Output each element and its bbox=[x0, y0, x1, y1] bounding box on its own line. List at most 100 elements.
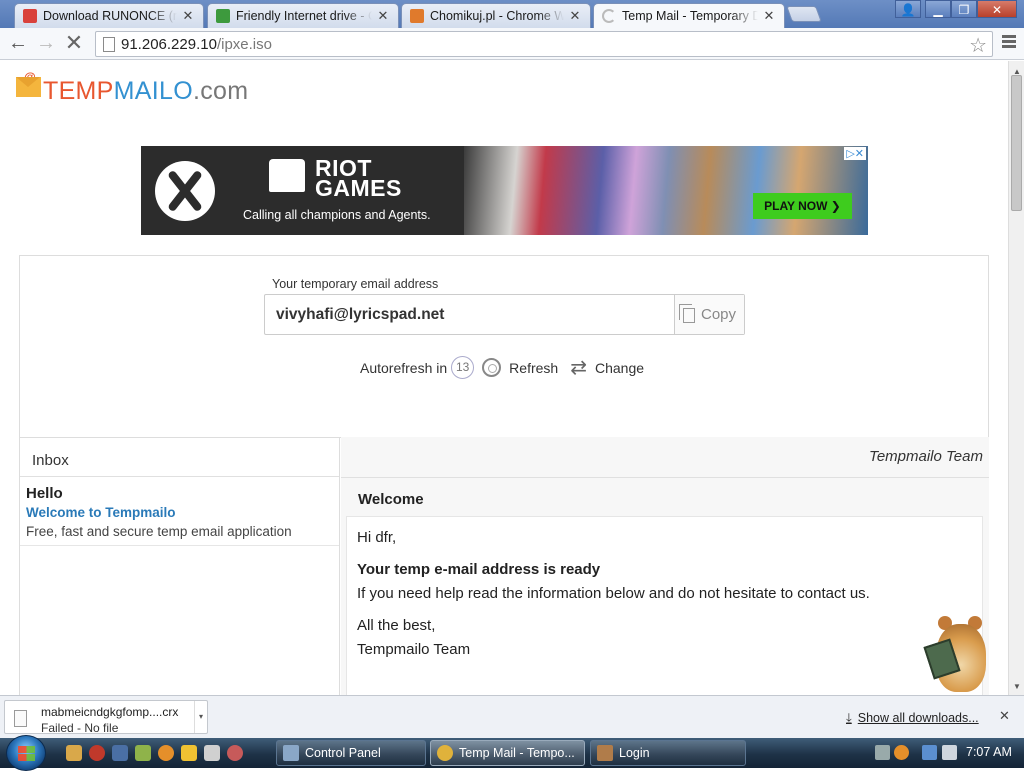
envelope-icon: @ bbox=[16, 70, 41, 97]
download-menu-icon[interactable]: ▾ bbox=[194, 701, 207, 733]
tab-title: Friendly Internet drive - Ch bbox=[236, 9, 372, 23]
message-subject: Welcome bbox=[358, 491, 424, 508]
quicklaunch-icon[interactable] bbox=[89, 745, 105, 761]
volume-icon[interactable] bbox=[942, 745, 957, 760]
tab-download-runonce[interactable]: Download RUNONCE (rem ✕ bbox=[14, 3, 204, 28]
url-text[interactable]: 91.206.229.10/ipxe.iso bbox=[121, 36, 272, 53]
new-tab-button[interactable] bbox=[786, 6, 822, 22]
message-headline: Your temp e-mail address is ready bbox=[357, 561, 601, 578]
tab-title: Temp Mail - Temporary D bbox=[622, 9, 758, 23]
ad-brand: RIOT GAMES bbox=[315, 155, 402, 201]
page-scrollbar[interactable]: ▲ ▼ bbox=[1008, 61, 1024, 695]
user-icon[interactable]: 👤 bbox=[895, 0, 921, 18]
tab-title: Chomikuj.pl - Chrome We bbox=[430, 9, 564, 23]
close-shelf-icon[interactable]: ✕ bbox=[999, 708, 1010, 724]
network-icon[interactable] bbox=[922, 745, 937, 760]
change-arrows-icon[interactable]: ⇄ bbox=[570, 358, 587, 378]
close-icon[interactable]: ✕ bbox=[762, 8, 776, 24]
inbox-panel: Inbox Hello Welcome to Tempmailo Free, f… bbox=[20, 437, 340, 695]
advertisement-banner[interactable]: RIOT GAMES Calling all champions and Age… bbox=[141, 146, 868, 235]
mail-subject[interactable]: Welcome to Tempmailo bbox=[26, 505, 176, 520]
taskbar-label: Login bbox=[619, 746, 650, 760]
web-page: @ TEMPMAILO.com RIOT GAMES Calling all c… bbox=[0, 61, 1008, 695]
tab-friendly-internet-drive[interactable]: Friendly Internet drive - Ch ✕ bbox=[207, 3, 399, 28]
back-arrow-icon[interactable]: ← bbox=[6, 32, 30, 56]
scrollbar-thumb[interactable] bbox=[1011, 75, 1022, 211]
loading-spinner-icon bbox=[602, 9, 616, 23]
copy-icon bbox=[678, 304, 695, 323]
download-item[interactable]: mabmeicndgkgfomp....crx Failed - No file… bbox=[4, 700, 208, 735]
menu-icon[interactable] bbox=[1002, 35, 1016, 50]
message-body: Hi dfr, Your temp e-mail address is read… bbox=[346, 516, 983, 695]
forward-arrow-icon[interactable]: → bbox=[34, 32, 58, 56]
tray-icon[interactable] bbox=[894, 745, 909, 760]
quicklaunch-icon[interactable] bbox=[112, 745, 128, 761]
autorefresh-counter: 13 bbox=[451, 356, 475, 379]
email-address-field[interactable]: vivyhafi@lyricspad.net Copy bbox=[264, 294, 745, 335]
autorefresh-label: Autorefresh in bbox=[360, 359, 448, 376]
quicklaunch-icon[interactable] bbox=[135, 745, 151, 761]
download-filename: mabmeicndgkgfomp....crx bbox=[41, 705, 179, 719]
bookmark-star-icon[interactable]: ☆ bbox=[969, 33, 987, 58]
taskbar-login[interactable]: Login bbox=[590, 740, 746, 766]
message-text: If you need help read the information be… bbox=[357, 585, 870, 602]
address-label: Your temporary email address bbox=[272, 277, 439, 291]
message-sender: Tempmailo Team bbox=[869, 448, 983, 465]
restore-button[interactable]: ❐ bbox=[951, 0, 977, 18]
show-all-label: Show all downloads... bbox=[857, 711, 979, 725]
close-icon[interactable]: ✕ bbox=[376, 8, 390, 24]
riot-fist-icon bbox=[269, 159, 305, 192]
divider bbox=[341, 477, 989, 478]
download-shelf: mabmeicndgkgfomp....crx Failed - No file… bbox=[0, 695, 1024, 738]
stop-loading-icon[interactable]: ✕ bbox=[62, 32, 86, 56]
favicon-icon bbox=[410, 9, 424, 23]
start-button[interactable] bbox=[6, 735, 46, 771]
message-signature: Tempmailo Team bbox=[357, 641, 471, 658]
change-button[interactable]: Change bbox=[595, 360, 644, 376]
close-icon[interactable]: ✕ bbox=[181, 8, 195, 24]
tab-chomikuj[interactable]: Chomikuj.pl - Chrome We ✕ bbox=[401, 3, 591, 28]
quicklaunch-icon[interactable] bbox=[181, 745, 197, 761]
tray-icon[interactable] bbox=[875, 745, 890, 760]
taskbar-label: Control Panel bbox=[305, 746, 381, 760]
message-greeting: Hi dfr, bbox=[357, 529, 397, 546]
inbox-header: Inbox bbox=[20, 437, 339, 477]
close-icon[interactable]: ✕ bbox=[568, 8, 582, 24]
mail-card: Your temporary email address vivyhafi@ly… bbox=[19, 255, 989, 695]
page-icon bbox=[103, 37, 115, 52]
mail-from: Hello bbox=[26, 485, 63, 502]
hamster-mascot-icon[interactable] bbox=[923, 612, 990, 694]
show-all-downloads-link[interactable]: ⤓ Show all downloads... bbox=[846, 710, 979, 726]
ad-tagline: Calling all champions and Agents. bbox=[243, 208, 431, 222]
chrome-icon bbox=[437, 745, 453, 761]
minimize-button[interactable]: ▁ bbox=[925, 0, 951, 18]
clock[interactable]: 7:07 AM bbox=[966, 745, 1012, 759]
tempmailo-logo[interactable]: @ TEMPMAILO.com bbox=[16, 70, 249, 107]
ad-close-icon[interactable]: ▷✕ bbox=[844, 147, 866, 160]
download-arrow-icon: ⤓ bbox=[846, 710, 852, 725]
tab-title: Download RUNONCE (rem bbox=[43, 9, 177, 23]
search-icon[interactable] bbox=[158, 745, 174, 761]
scroll-down-icon[interactable]: ▼ bbox=[1013, 682, 1021, 691]
mail-preview: Free, fast and secure temp email applica… bbox=[26, 524, 292, 539]
control-panel-icon bbox=[283, 745, 299, 761]
file-icon bbox=[14, 710, 27, 727]
refresh-button[interactable]: Refresh bbox=[509, 360, 558, 376]
address-bar[interactable]: 91.206.229.10/ipxe.iso ☆ bbox=[95, 31, 993, 57]
taskbar-temp-mail[interactable]: Temp Mail - Tempo... bbox=[430, 740, 585, 766]
quicklaunch-icon[interactable] bbox=[227, 745, 243, 761]
quicklaunch-icon[interactable] bbox=[66, 745, 82, 761]
inbox-list-item[interactable]: Hello Welcome to Tempmailo Free, fast an… bbox=[20, 478, 339, 546]
favicon-icon bbox=[23, 9, 37, 23]
taskbar-label: Temp Mail - Tempo... bbox=[459, 746, 575, 760]
copy-button[interactable]: Copy bbox=[674, 295, 744, 334]
email-address[interactable]: vivyhafi@lyricspad.net bbox=[276, 306, 444, 324]
logo-text: TEMPMAILO.com bbox=[43, 76, 249, 105]
quicklaunch-icon[interactable] bbox=[204, 745, 220, 761]
taskbar-control-panel[interactable]: Control Panel bbox=[276, 740, 426, 766]
tab-temp-mail[interactable]: Temp Mail - Temporary D ✕ bbox=[593, 3, 785, 28]
inbox-title: Inbox bbox=[32, 452, 69, 469]
play-now-button[interactable]: PLAY NOW ❯ bbox=[753, 193, 852, 219]
window-close-button[interactable]: ✕ bbox=[977, 0, 1017, 18]
refresh-icon[interactable] bbox=[482, 358, 502, 377]
